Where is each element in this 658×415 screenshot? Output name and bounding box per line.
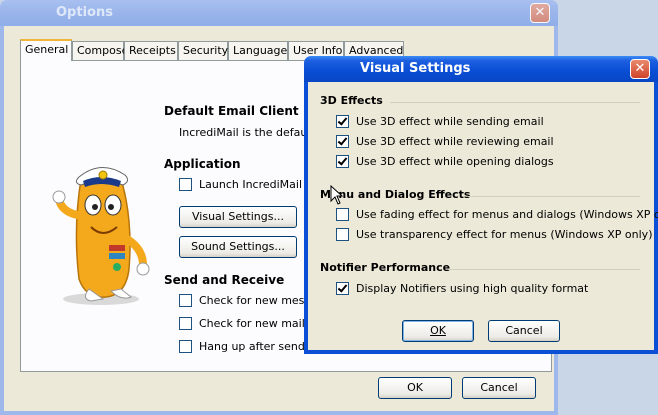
launch-checkbox-row[interactable]: Launch IncrediMail on bbox=[179, 178, 319, 191]
3d-dialogs-row[interactable]: Use 3D effect while opening dialogs bbox=[336, 155, 554, 168]
transparency-effect-row[interactable]: Use transparency effect for menus (Windo… bbox=[336, 228, 652, 241]
visual-settings-button[interactable]: Visual Settings... bbox=[179, 206, 297, 228]
options-title: Options bbox=[56, 5, 113, 20]
visual-cancel-label: Cancel bbox=[505, 324, 543, 337]
options-titlebar[interactable]: Options ✕ bbox=[0, 0, 558, 26]
visual-settings-label: Visual Settings... bbox=[192, 210, 284, 223]
close-icon: ✕ bbox=[534, 5, 546, 20]
visual-settings-dialog: Visual Settings ✕ 3D Effects Use 3D effe… bbox=[304, 56, 658, 354]
visual-ok-label: OK bbox=[430, 324, 446, 337]
send-receive-row-2[interactable]: Check for new mail wh bbox=[179, 317, 324, 330]
send-receive-row-1[interactable]: Check for new messag bbox=[179, 294, 324, 307]
3d-sending-row[interactable]: Use 3D effect while sending email bbox=[336, 115, 544, 128]
tab-receipts[interactable]: Receipts bbox=[124, 41, 178, 60]
transparency-effect-checkbox[interactable] bbox=[336, 228, 349, 241]
3d-effects-heading: 3D Effects bbox=[320, 94, 383, 107]
notifier-quality-row[interactable]: Display Notifiers using high quality for… bbox=[336, 282, 588, 295]
visual-settings-titlebar[interactable]: Visual Settings ✕ bbox=[304, 56, 658, 82]
3d-sending-checkbox[interactable] bbox=[336, 115, 349, 128]
close-icon: ✕ bbox=[634, 61, 646, 76]
mascot-image bbox=[52, 167, 150, 305]
notifier-heading: Notifier Performance bbox=[320, 261, 451, 274]
3d-dialogs-label: Use 3D effect while opening dialogs bbox=[356, 155, 554, 168]
send-receive-row-3[interactable]: Hang up after sending bbox=[179, 340, 322, 353]
visual-cancel-button[interactable]: Cancel bbox=[488, 320, 560, 342]
send-receive-heading: Send and Receive bbox=[164, 273, 285, 287]
options-cancel-label: Cancel bbox=[480, 381, 518, 394]
check-new-messages-checkbox[interactable] bbox=[179, 294, 192, 307]
check-new-mail-checkbox[interactable] bbox=[179, 317, 192, 330]
sound-settings-label: Sound Settings... bbox=[191, 240, 285, 253]
options-cancel-button[interactable]: Cancel bbox=[462, 377, 536, 399]
menu-effects-divider bbox=[468, 196, 640, 197]
3d-sending-label: Use 3D effect while sending email bbox=[356, 115, 544, 128]
sound-settings-button[interactable]: Sound Settings... bbox=[179, 236, 297, 258]
tab-compose[interactable]: Compose bbox=[72, 41, 128, 60]
visual-ok-button[interactable]: OK bbox=[402, 320, 474, 342]
options-ok-label: OK bbox=[407, 381, 423, 394]
3d-reviewing-checkbox[interactable] bbox=[336, 135, 349, 148]
mouse-cursor-icon bbox=[330, 185, 344, 205]
visual-settings-title: Visual Settings bbox=[360, 61, 471, 76]
3d-reviewing-label: Use 3D effect while reviewing email bbox=[356, 135, 554, 148]
notifier-quality-checkbox[interactable] bbox=[336, 282, 349, 295]
default-email-heading: Default Email Client bbox=[164, 104, 299, 118]
3d-reviewing-row[interactable]: Use 3D effect while reviewing email bbox=[336, 135, 554, 148]
fading-effect-row[interactable]: Use fading effect for menus and dialogs … bbox=[336, 208, 658, 221]
tab-security[interactable]: Security bbox=[178, 41, 228, 60]
transparency-effect-label: Use transparency effect for menus (Windo… bbox=[356, 228, 653, 241]
fading-effect-label: Use fading effect for menus and dialogs … bbox=[356, 208, 658, 221]
3d-effects-divider bbox=[390, 102, 640, 103]
tab-general[interactable]: General bbox=[20, 39, 72, 61]
options-close-button[interactable]: ✕ bbox=[530, 3, 550, 23]
visual-settings-close-button[interactable]: ✕ bbox=[630, 59, 650, 79]
options-ok-button[interactable]: OK bbox=[378, 377, 452, 399]
3d-dialogs-checkbox[interactable] bbox=[336, 155, 349, 168]
application-heading: Application bbox=[164, 157, 241, 171]
launch-checkbox[interactable] bbox=[179, 178, 192, 191]
notifier-quality-label: Display Notifiers using high quality for… bbox=[356, 282, 589, 295]
visual-settings-body: 3D Effects Use 3D effect while sending e… bbox=[304, 82, 658, 354]
notifier-divider bbox=[448, 269, 640, 270]
launch-label: Launch IncrediMail on bbox=[199, 178, 320, 191]
tab-language[interactable]: Language bbox=[228, 41, 288, 60]
fading-effect-checkbox[interactable] bbox=[336, 208, 349, 221]
hang-up-checkbox[interactable] bbox=[179, 340, 192, 353]
